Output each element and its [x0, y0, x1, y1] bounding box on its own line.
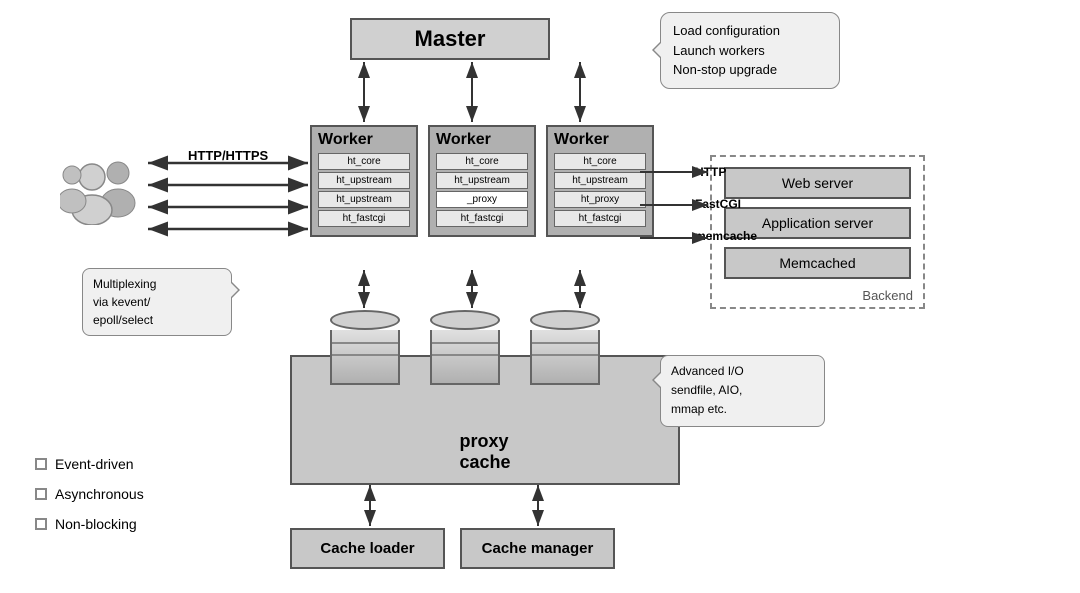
callout-io-text: Advanced I/Osendfile, AIO,mmap etc. [671, 364, 744, 416]
cache-loader-box: Cache loader [290, 528, 445, 569]
legend-label-1: Event-driven [55, 450, 134, 478]
master-box: Master [350, 18, 550, 60]
http-https-label: HTTP/HTTPS [188, 148, 268, 163]
cyl3-line-2 [532, 354, 598, 356]
cylinder-3 [530, 310, 600, 390]
cyl2-line-1 [432, 342, 498, 344]
worker-3-mod-4: ht_fastcgi [554, 210, 646, 227]
callout-top: Load configuration Launch workers Non-st… [660, 12, 840, 89]
cyl3-line-1 [532, 342, 598, 344]
worker-2-title: Worker [436, 131, 528, 149]
cylinder-2 [430, 310, 500, 390]
legend-item-1: Event-driven [35, 450, 144, 478]
legend-item-2: Asynchronous [35, 480, 144, 508]
worker-3-mod-2: ht_upstream [554, 172, 646, 189]
master-label: Master [415, 26, 486, 52]
worker-box-2: Worker ht_core ht_upstream _proxy ht_fas… [428, 125, 536, 237]
callout-advanced-io: Advanced I/Osendfile, AIO,mmap etc. [660, 355, 825, 427]
worker-3-mod-3: ht_proxy [554, 191, 646, 208]
worker-2-mod-1: ht_core [436, 153, 528, 170]
worker-1-mod-3: ht_upstream [318, 191, 410, 208]
cylinders-row [330, 310, 600, 390]
callout-mult-text: Multiplexingvia kevent/epoll/select [93, 277, 156, 327]
proto-fastcgi: FastCGI [695, 197, 757, 211]
legend: Event-driven Asynchronous Non-blocking [35, 450, 144, 540]
cylinder-1-top [330, 310, 400, 330]
cylinder-1 [330, 310, 400, 390]
workers-container: Worker ht_core ht_upstream ht_upstream h… [310, 125, 654, 237]
cylinder-3-body [530, 330, 600, 385]
worker-box-3: Worker ht_core ht_upstream ht_proxy ht_f… [546, 125, 654, 237]
worker-1-title: Worker [318, 131, 410, 149]
diagram: Master Load configuration Launch workers… [0, 0, 1080, 593]
callout-top-line1: Load configuration [673, 23, 780, 38]
cache-manager-box: Cache manager [460, 528, 615, 569]
worker-3-mod-1: ht_core [554, 153, 646, 170]
cylinder-2-body [430, 330, 500, 385]
backend-label: Backend [862, 288, 913, 303]
worker-3-title: Worker [554, 131, 646, 149]
legend-square-1 [35, 458, 47, 470]
proto-http: HTTP [695, 165, 757, 179]
callout-top-line2: Launch workers [673, 43, 765, 58]
worker-1-mod-1: ht_core [318, 153, 410, 170]
callout-top-line3: Non-stop upgrade [673, 62, 777, 77]
worker-box-1: Worker ht_core ht_upstream ht_upstream h… [310, 125, 418, 237]
users-icon [60, 155, 140, 225]
legend-label-2: Asynchronous [55, 480, 144, 508]
proxy-cache-label: proxycache [459, 431, 510, 473]
cylinder-1-body [330, 330, 400, 385]
cache-manager-label: Cache manager [482, 540, 594, 557]
cylinder-2-top [430, 310, 500, 330]
proto-memcache: memcache [695, 229, 757, 243]
protocol-labels: HTTP FastCGI memcache [695, 165, 757, 261]
cache-loader-label: Cache loader [320, 540, 414, 557]
legend-label-3: Non-blocking [55, 510, 137, 538]
cyl2-line-2 [432, 354, 498, 356]
legend-square-3 [35, 518, 47, 530]
worker-1-mod-4: ht_fastcgi [318, 210, 410, 227]
worker-2-mod-3: _proxy [436, 191, 528, 208]
cyl-line-1 [332, 342, 398, 344]
legend-item-3: Non-blocking [35, 510, 144, 538]
legend-square-2 [35, 488, 47, 500]
worker-1-mod-2: ht_upstream [318, 172, 410, 189]
cylinder-3-top [530, 310, 600, 330]
cyl-line-2 [332, 354, 398, 356]
worker-2-mod-4: ht_fastcgi [436, 210, 528, 227]
callout-multiplexing: Multiplexingvia kevent/epoll/select [82, 268, 232, 336]
worker-2-mod-2: ht_upstream [436, 172, 528, 189]
